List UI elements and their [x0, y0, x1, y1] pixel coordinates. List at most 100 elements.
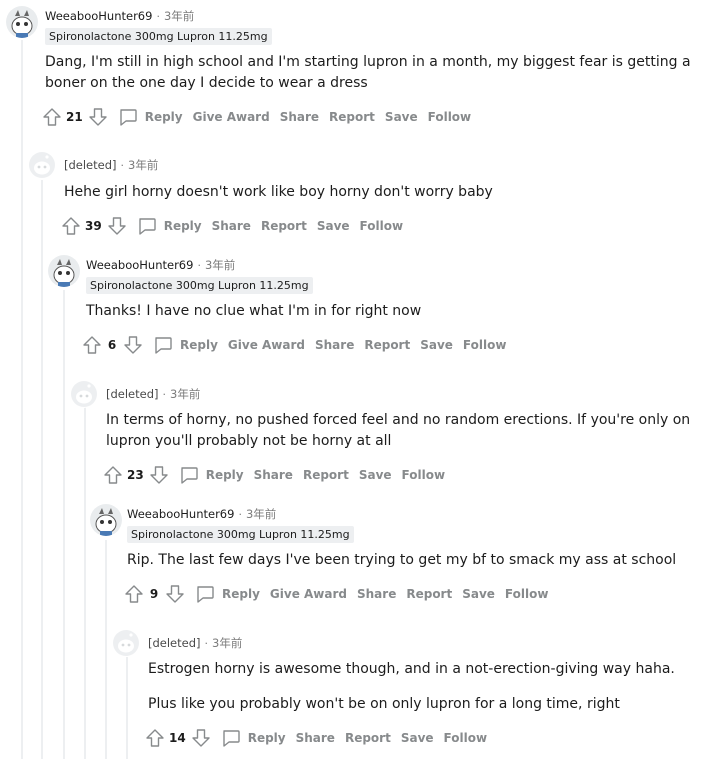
avatar[interactable]	[48, 255, 80, 287]
comment-paragraph: Dang, I'm still in high school and I'm s…	[45, 54, 691, 91]
downvote-icon[interactable]	[164, 582, 186, 606]
downvote-icon[interactable]	[148, 463, 170, 487]
username: [deleted]	[64, 158, 117, 172]
vote-score: 9	[149, 587, 159, 601]
snoo-avatar-icon	[6, 6, 38, 38]
avatar[interactable]	[90, 504, 122, 536]
timestamp[interactable]: 3年前	[246, 506, 276, 522]
reply-button[interactable]: Reply	[178, 464, 244, 486]
reply-label: Reply	[180, 338, 218, 352]
share-button[interactable]: Share	[315, 338, 354, 352]
reply-button[interactable]: Reply	[136, 215, 202, 237]
comment-body: In terms of horny, no pushed forced feel…	[106, 410, 716, 452]
save-button[interactable]: Save	[359, 468, 392, 482]
report-button[interactable]: Report	[303, 468, 349, 482]
upvote-icon[interactable]	[60, 214, 82, 238]
downvote-icon[interactable]	[87, 105, 109, 129]
report-button[interactable]: Report	[364, 338, 410, 352]
reply-button[interactable]: Reply	[220, 727, 286, 749]
share-button[interactable]: Share	[357, 587, 396, 601]
comment-paragraph: Thanks! I have no clue what I'm in for r…	[86, 303, 422, 319]
comment-meta: WeeabooHunter69 · 3年前	[127, 505, 276, 523]
reply-label: Reply	[247, 731, 286, 745]
give-award-button[interactable]: Give Award	[270, 587, 347, 601]
comment-actions: 14 Reply Share Report Save Follow	[144, 725, 487, 751]
thread-line[interactable]	[63, 290, 65, 759]
deleted-user-icon	[71, 381, 97, 407]
save-button[interactable]: Save	[462, 587, 495, 601]
comment-meta: [deleted] · 3年前	[64, 156, 158, 174]
upvote-icon[interactable]	[41, 105, 63, 129]
comment-bubble-icon	[178, 464, 200, 486]
separator-dot: ·	[197, 258, 201, 272]
reply-button[interactable]: Reply	[117, 106, 183, 128]
share-button[interactable]: Share	[280, 110, 319, 124]
report-button[interactable]: Report	[345, 731, 391, 745]
deleted-user-icon	[29, 152, 55, 178]
follow-button[interactable]: Follow	[360, 219, 404, 233]
downvote-icon[interactable]	[190, 726, 212, 750]
thread-line[interactable]	[41, 180, 43, 759]
reply-button[interactable]: Reply	[152, 334, 218, 356]
avatar[interactable]	[28, 151, 56, 179]
timestamp[interactable]: 3年前	[212, 635, 242, 651]
avatar[interactable]	[112, 629, 140, 657]
vote-score: 21	[66, 110, 83, 124]
avatar[interactable]	[6, 6, 38, 38]
give-award-button[interactable]: Give Award	[228, 338, 305, 352]
snoo-avatar-icon	[48, 255, 80, 287]
save-button[interactable]: Save	[420, 338, 453, 352]
follow-button[interactable]: Follow	[428, 110, 472, 124]
username[interactable]: WeeabooHunter69	[86, 258, 193, 272]
comment-body: Rip. The last few days I've been trying …	[127, 550, 712, 571]
timestamp[interactable]: 3年前	[205, 257, 235, 273]
username: [deleted]	[148, 636, 201, 650]
reply-label: Reply	[163, 219, 202, 233]
separator-dot: ·	[120, 158, 125, 172]
comment-bubble-icon	[152, 334, 174, 356]
report-button[interactable]: Report	[261, 219, 307, 233]
avatar[interactable]	[70, 380, 98, 408]
reply-label: Reply	[222, 587, 260, 601]
thread-line[interactable]	[84, 407, 86, 759]
upvote-icon[interactable]	[144, 726, 166, 750]
comment-meta: WeeabooHunter69 · 3年前	[45, 7, 194, 25]
follow-button[interactable]: Follow	[463, 338, 507, 352]
timestamp[interactable]: 3年前	[164, 8, 194, 24]
upvote-icon[interactable]	[102, 463, 124, 487]
share-button[interactable]: Share	[212, 219, 251, 233]
comment-body: Estrogen horny is awesome though, and in…	[148, 659, 713, 715]
timestamp[interactable]: 3年前	[170, 386, 200, 402]
thread-line[interactable]	[21, 40, 23, 759]
comment-bubble-icon	[194, 583, 216, 605]
separator-dot: ·	[238, 507, 242, 521]
share-button[interactable]: Share	[254, 468, 293, 482]
share-button[interactable]: Share	[296, 731, 335, 745]
follow-button[interactable]: Follow	[402, 468, 446, 482]
comment-meta: [deleted] · 3年前	[106, 385, 200, 403]
snoo-avatar-icon	[90, 504, 122, 536]
vote-score: 39	[85, 219, 102, 233]
vote-score: 14	[169, 731, 186, 745]
give-award-button[interactable]: Give Award	[193, 110, 270, 124]
comment-body: Thanks! I have no clue what I'm in for r…	[86, 301, 706, 322]
follow-button[interactable]: Follow	[505, 587, 549, 601]
save-button[interactable]: Save	[385, 110, 418, 124]
report-button[interactable]: Report	[406, 587, 452, 601]
separator-dot: ·	[162, 387, 167, 401]
username[interactable]: WeeabooHunter69	[127, 507, 234, 521]
report-button[interactable]: Report	[329, 110, 375, 124]
downvote-icon[interactable]	[106, 214, 128, 238]
save-button[interactable]: Save	[317, 219, 350, 233]
reply-button[interactable]: Reply	[194, 583, 260, 605]
follow-button[interactable]: Follow	[444, 731, 488, 745]
upvote-icon[interactable]	[123, 582, 145, 606]
upvote-icon[interactable]	[81, 333, 103, 357]
comment-paragraph: Rip. The last few days I've been trying …	[127, 552, 677, 568]
thread-line[interactable]	[105, 540, 107, 759]
thread-line[interactable]	[126, 657, 128, 759]
timestamp[interactable]: 3年前	[128, 157, 158, 173]
downvote-icon[interactable]	[122, 333, 144, 357]
save-button[interactable]: Save	[401, 731, 434, 745]
username[interactable]: WeeabooHunter69	[45, 9, 152, 23]
